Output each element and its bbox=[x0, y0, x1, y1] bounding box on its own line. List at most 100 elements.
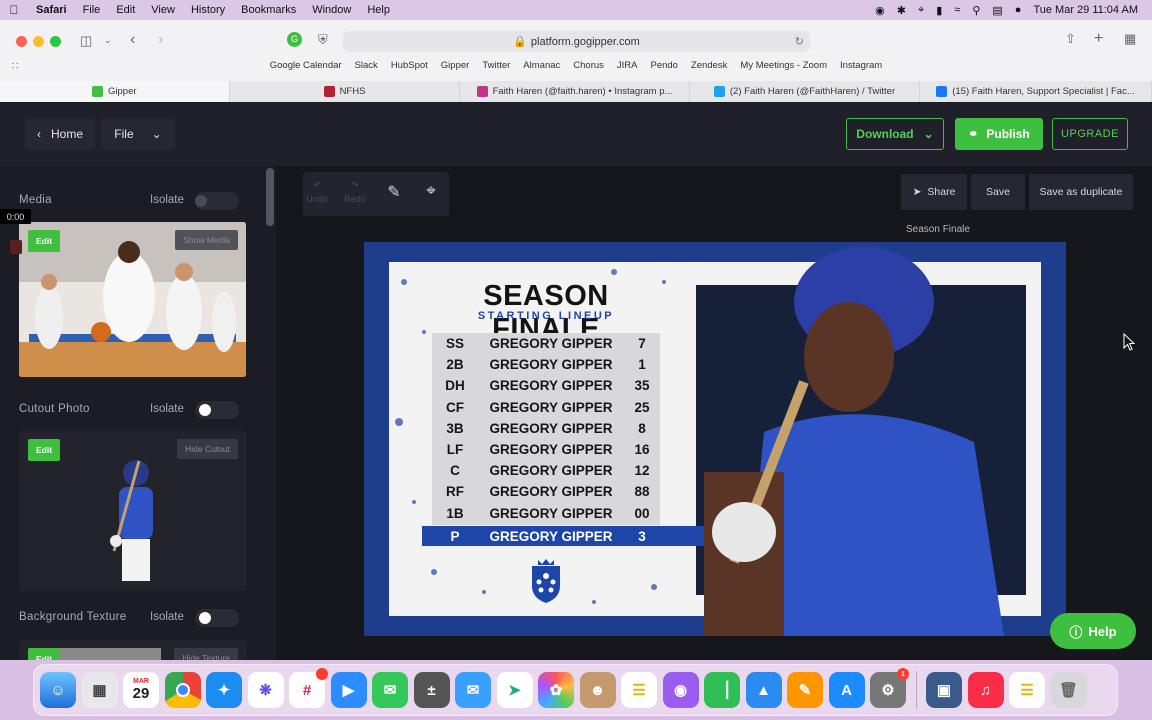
favorite-chorus[interactable]: Chorus bbox=[573, 60, 604, 76]
wifi-icon[interactable]: ≈ bbox=[954, 4, 960, 16]
share-icon[interactable]: ⇧ bbox=[1065, 31, 1076, 47]
menu-bookmarks[interactable]: Bookmarks bbox=[233, 4, 304, 16]
close-window-icon[interactable] bbox=[16, 36, 27, 47]
menu-window[interactable]: Window bbox=[304, 4, 359, 16]
menu-help[interactable]: Help bbox=[359, 4, 398, 16]
favorite-zoom[interactable]: My Meetings - Zoom bbox=[740, 60, 827, 76]
zoom-icon[interactable]: ▶ bbox=[330, 672, 367, 708]
chevron-down-icon[interactable]: ⌄ bbox=[104, 35, 112, 46]
cutout-isolate-toggle[interactable] bbox=[195, 401, 239, 419]
favorite-almanac[interactable]: Almanac bbox=[523, 60, 560, 76]
tab-instagram[interactable]: Faith Haren (@faith.haren) • Instagram p… bbox=[460, 81, 690, 102]
tab-facebook[interactable]: (15) Faith Haren, Support Specialist | F… bbox=[920, 81, 1152, 102]
hide-texture-button[interactable]: Hide Texture bbox=[174, 648, 238, 660]
calculator-icon[interactable]: ± bbox=[413, 672, 450, 708]
texture-card[interactable]: Edit Hide Texture bbox=[19, 640, 246, 660]
favorite-pendo[interactable]: Pendo bbox=[650, 60, 677, 76]
control-center-icon[interactable]: ▤ bbox=[992, 4, 1002, 17]
eyedropper-icon[interactable]: ✎ bbox=[383, 182, 405, 202]
menu-app-name[interactable]: Safari bbox=[28, 4, 75, 16]
chrome-icon[interactable] bbox=[164, 672, 201, 708]
menu-edit[interactable]: Edit bbox=[108, 4, 143, 16]
music-icon[interactable]: ♫ bbox=[967, 672, 1004, 708]
messages-icon[interactable]: ✉ bbox=[372, 672, 408, 708]
redo-button[interactable]: Redo bbox=[341, 194, 369, 204]
favorite-twitter[interactable]: Twitter bbox=[482, 60, 510, 76]
battery-icon[interactable]: ▮ bbox=[936, 4, 942, 17]
favorite-zendesk[interactable]: Zendesk bbox=[691, 60, 727, 76]
favorite-gipper[interactable]: Gipper bbox=[441, 60, 470, 76]
menu-history[interactable]: History bbox=[183, 4, 233, 16]
control-icon[interactable]: ⌖ bbox=[918, 4, 924, 17]
gear-status-icon[interactable]: ✱ bbox=[897, 4, 906, 17]
help-button[interactable]: ⓘ Help bbox=[1050, 613, 1136, 649]
keynote-icon[interactable]: ▲ bbox=[745, 672, 782, 708]
grammarly-icon[interactable]: G bbox=[287, 32, 302, 47]
sidebar-icon[interactable]: ◫ bbox=[80, 33, 92, 49]
file-menu-button[interactable]: File ⌄ bbox=[101, 118, 175, 150]
share-button[interactable]: ➤ Share bbox=[901, 174, 967, 210]
tab-overview-icon[interactable]: ▦ bbox=[1124, 31, 1136, 47]
app-store-icon[interactable]: A bbox=[828, 672, 865, 708]
record-icon[interactable]: ◉ bbox=[875, 4, 885, 17]
notes-icon[interactable]: ☰ bbox=[621, 672, 657, 708]
spotlight-icon[interactable]: ⚲ bbox=[972, 4, 980, 17]
favorite-hubspot[interactable]: HubSpot bbox=[391, 60, 428, 76]
contacts-icon[interactable]: ☻ bbox=[579, 672, 616, 708]
upgrade-button[interactable]: UPGRADE bbox=[1052, 118, 1128, 150]
podcasts-icon[interactable]: ◉ bbox=[662, 672, 699, 708]
tab-twitter[interactable]: (2) Faith Haren (@FaithHaren) / Twitter bbox=[690, 81, 920, 102]
new-tab-icon[interactable]: + bbox=[1094, 30, 1103, 48]
privacy-shield-icon[interactable]: ⛨ bbox=[318, 32, 328, 48]
media-isolate-toggle[interactable] bbox=[195, 192, 239, 210]
address-bar[interactable]: 🔒 platform.gogipper.com ↻ bbox=[343, 31, 810, 52]
crop-icon[interactable]: ⌖ bbox=[419, 181, 443, 201]
favorite-slack[interactable]: Slack bbox=[355, 60, 378, 76]
preview-icon[interactable]: ▣ bbox=[926, 672, 962, 708]
calendar-icon[interactable]: MAR 29 bbox=[123, 672, 159, 708]
back-icon[interactable]: ‹ bbox=[130, 31, 135, 49]
favorite-instagram[interactable]: Instagram bbox=[840, 60, 882, 76]
show-media-button[interactable]: Show Media bbox=[175, 230, 238, 250]
favorite-jira[interactable]: JIRA bbox=[617, 60, 638, 76]
record-stop-icon[interactable] bbox=[10, 240, 22, 254]
reload-icon[interactable]: ↻ bbox=[795, 35, 804, 48]
undo-button[interactable]: Undo bbox=[303, 194, 331, 204]
system-preferences-icon[interactable]: ⚙ 1 bbox=[870, 668, 909, 708]
safari-icon[interactable]: ✦ bbox=[206, 672, 242, 708]
menu-view[interactable]: View bbox=[143, 4, 183, 16]
launchpad-icon[interactable]: ▦ bbox=[81, 672, 118, 708]
texture-edit-button[interactable]: Edit bbox=[28, 648, 60, 660]
favorite-google-calendar[interactable]: Google Calendar bbox=[270, 60, 342, 76]
media-edit-button[interactable]: Edit bbox=[28, 230, 60, 252]
trash-icon[interactable]: 🗑 bbox=[1050, 672, 1087, 708]
photos-icon[interactable]: ✿ bbox=[538, 672, 574, 708]
menu-clock[interactable]: Tue Mar 29 11:04 AM bbox=[1033, 4, 1138, 16]
notes-stack-icon[interactable]: ☰ bbox=[1009, 672, 1045, 708]
save-duplicate-button[interactable]: Save as duplicate bbox=[1029, 174, 1133, 210]
home-button[interactable]: ‹ Home bbox=[25, 118, 95, 150]
cutout-card[interactable]: Edit Hide Cutout bbox=[19, 431, 246, 591]
media-card[interactable]: Edit Show Media bbox=[19, 222, 246, 377]
redo-icon[interactable]: ↷ bbox=[341, 180, 369, 191]
download-button[interactable]: Download ⌄ bbox=[846, 118, 944, 150]
tab-gipper[interactable]: Gipper bbox=[0, 81, 230, 102]
zoom-window-icon[interactable] bbox=[50, 36, 61, 47]
pages-icon[interactable]: ✎ bbox=[787, 672, 823, 708]
texture-isolate-toggle[interactable] bbox=[195, 609, 239, 627]
settings-wheel-icon[interactable]: ❋ bbox=[247, 672, 284, 708]
siri-icon[interactable]: ● bbox=[1015, 4, 1022, 16]
forward-icon[interactable]: › bbox=[158, 31, 163, 49]
menu-file[interactable]: File bbox=[75, 4, 109, 16]
apple-icon[interactable]:  bbox=[0, 3, 28, 17]
slack-icon[interactable]: # bbox=[289, 668, 328, 708]
hide-cutout-button[interactable]: Hide Cutout bbox=[177, 439, 238, 459]
cutout-edit-button[interactable]: Edit bbox=[28, 439, 60, 461]
maps-icon[interactable]: ➤ bbox=[496, 672, 533, 708]
publish-button[interactable]: ⚭ Publish bbox=[955, 118, 1043, 150]
panel-scrollbar[interactable] bbox=[266, 168, 274, 226]
save-button[interactable]: Save bbox=[971, 174, 1025, 210]
finder-icon[interactable]: ☺ bbox=[40, 672, 76, 708]
undo-icon[interactable]: ↶ bbox=[303, 180, 331, 191]
minimize-window-icon[interactable] bbox=[33, 36, 44, 47]
